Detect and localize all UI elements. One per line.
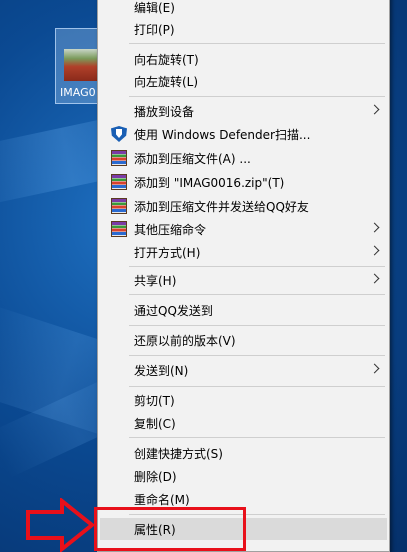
menu-item-cut[interactable]: 剪切(T): [100, 389, 387, 411]
menu-item-label: 添加到压缩文件并发送给QQ好友: [134, 199, 309, 214]
winrar-archive-icon: [111, 221, 127, 237]
menu-item-label: 向右旋转(T): [134, 52, 199, 67]
menu-item-defender-scan[interactable]: 使用 Windows Defender扫描...: [100, 123, 387, 145]
menu-separator: [129, 96, 385, 97]
winrar-archive-icon: [111, 174, 127, 190]
menu-item-label: 播放到设备: [134, 104, 195, 119]
menu-separator: [129, 437, 385, 438]
menu-item-label: 复制(C): [134, 416, 176, 431]
winrar-archive-icon: [111, 150, 127, 166]
menu-item-label: 打印(P): [134, 22, 175, 37]
menu-item-label: 添加到 "IMAG0016.zip"(T): [134, 175, 285, 190]
menu-item-add-to-zip[interactable]: 添加到 "IMAG0016.zip"(T): [100, 171, 387, 193]
menu-item-label: 删除(D): [134, 469, 177, 484]
menu-item-restore-previous-versions[interactable]: 还原以前的版本(V): [100, 329, 387, 351]
windows-defender-shield-icon: [111, 126, 127, 142]
menu-item-edit[interactable]: 编辑(E): [100, 0, 387, 18]
submenu-arrow-icon: [369, 273, 380, 284]
highlight-box-annotation: [94, 507, 246, 551]
menu-item-cast-to-device[interactable]: 播放到设备: [100, 100, 387, 122]
menu-separator: [129, 386, 385, 387]
menu-item-other-archive-commands[interactable]: 其他压缩命令: [100, 218, 387, 240]
winrar-archive-icon: [111, 198, 127, 214]
menu-item-label: 添加到压缩文件(A) ...: [134, 151, 251, 166]
submenu-arrow-icon: [369, 245, 380, 256]
menu-item-label: 发送到(N): [134, 363, 189, 378]
menu-separator: [129, 43, 385, 44]
menu-item-label: 向左旋转(L): [134, 74, 199, 89]
image-thumbnail-icon: [64, 49, 100, 81]
menu-item-label: 打开方式(H): [134, 245, 201, 260]
menu-item-print[interactable]: 打印(P): [100, 18, 387, 40]
menu-separator: [129, 355, 385, 356]
menu-item-create-shortcut[interactable]: 创建快捷方式(S): [100, 442, 387, 464]
submenu-arrow-icon: [369, 104, 380, 115]
menu-item-label: 通过QQ发送到: [134, 303, 213, 318]
menu-item-send-to[interactable]: 发送到(N): [100, 359, 387, 381]
menu-separator: [129, 294, 385, 295]
menu-item-label: 还原以前的版本(V): [134, 333, 236, 348]
menu-item-rotate-right[interactable]: 向右旋转(T): [100, 48, 387, 70]
menu-item-rotate-left[interactable]: 向左旋转(L): [100, 70, 387, 92]
menu-item-label: 剪切(T): [134, 393, 175, 408]
menu-item-copy[interactable]: 复制(C): [100, 412, 387, 434]
menu-item-label: 创建快捷方式(S): [134, 446, 223, 461]
menu-item-open-with[interactable]: 打开方式(H): [100, 241, 387, 263]
context-menu: 编辑(E) 打印(P) 向右旋转(T) 向左旋转(L) 播放到设备 使用 Win…: [97, 0, 390, 552]
menu-item-delete[interactable]: 删除(D): [100, 465, 387, 487]
menu-item-label: 使用 Windows Defender扫描...: [134, 127, 311, 142]
menu-separator: [129, 325, 385, 326]
submenu-arrow-icon: [369, 222, 380, 233]
submenu-arrow-icon: [369, 363, 380, 374]
menu-item-share[interactable]: 共享(H): [100, 269, 387, 291]
menu-item-label: 共享(H): [134, 273, 177, 288]
menu-item-label: 重命名(M): [134, 492, 190, 507]
menu-item-label: 其他压缩命令: [134, 222, 207, 237]
menu-item-archive-send-qq[interactable]: 添加到压缩文件并发送给QQ好友: [100, 195, 387, 217]
menu-item-send-via-qq[interactable]: 通过QQ发送到: [100, 299, 387, 321]
menu-item-add-to-archive[interactable]: 添加到压缩文件(A) ...: [100, 147, 387, 169]
menu-item-label: 编辑(E): [134, 0, 175, 15]
menu-separator: [129, 266, 385, 267]
red-arrow-annotation-icon: [26, 498, 96, 552]
